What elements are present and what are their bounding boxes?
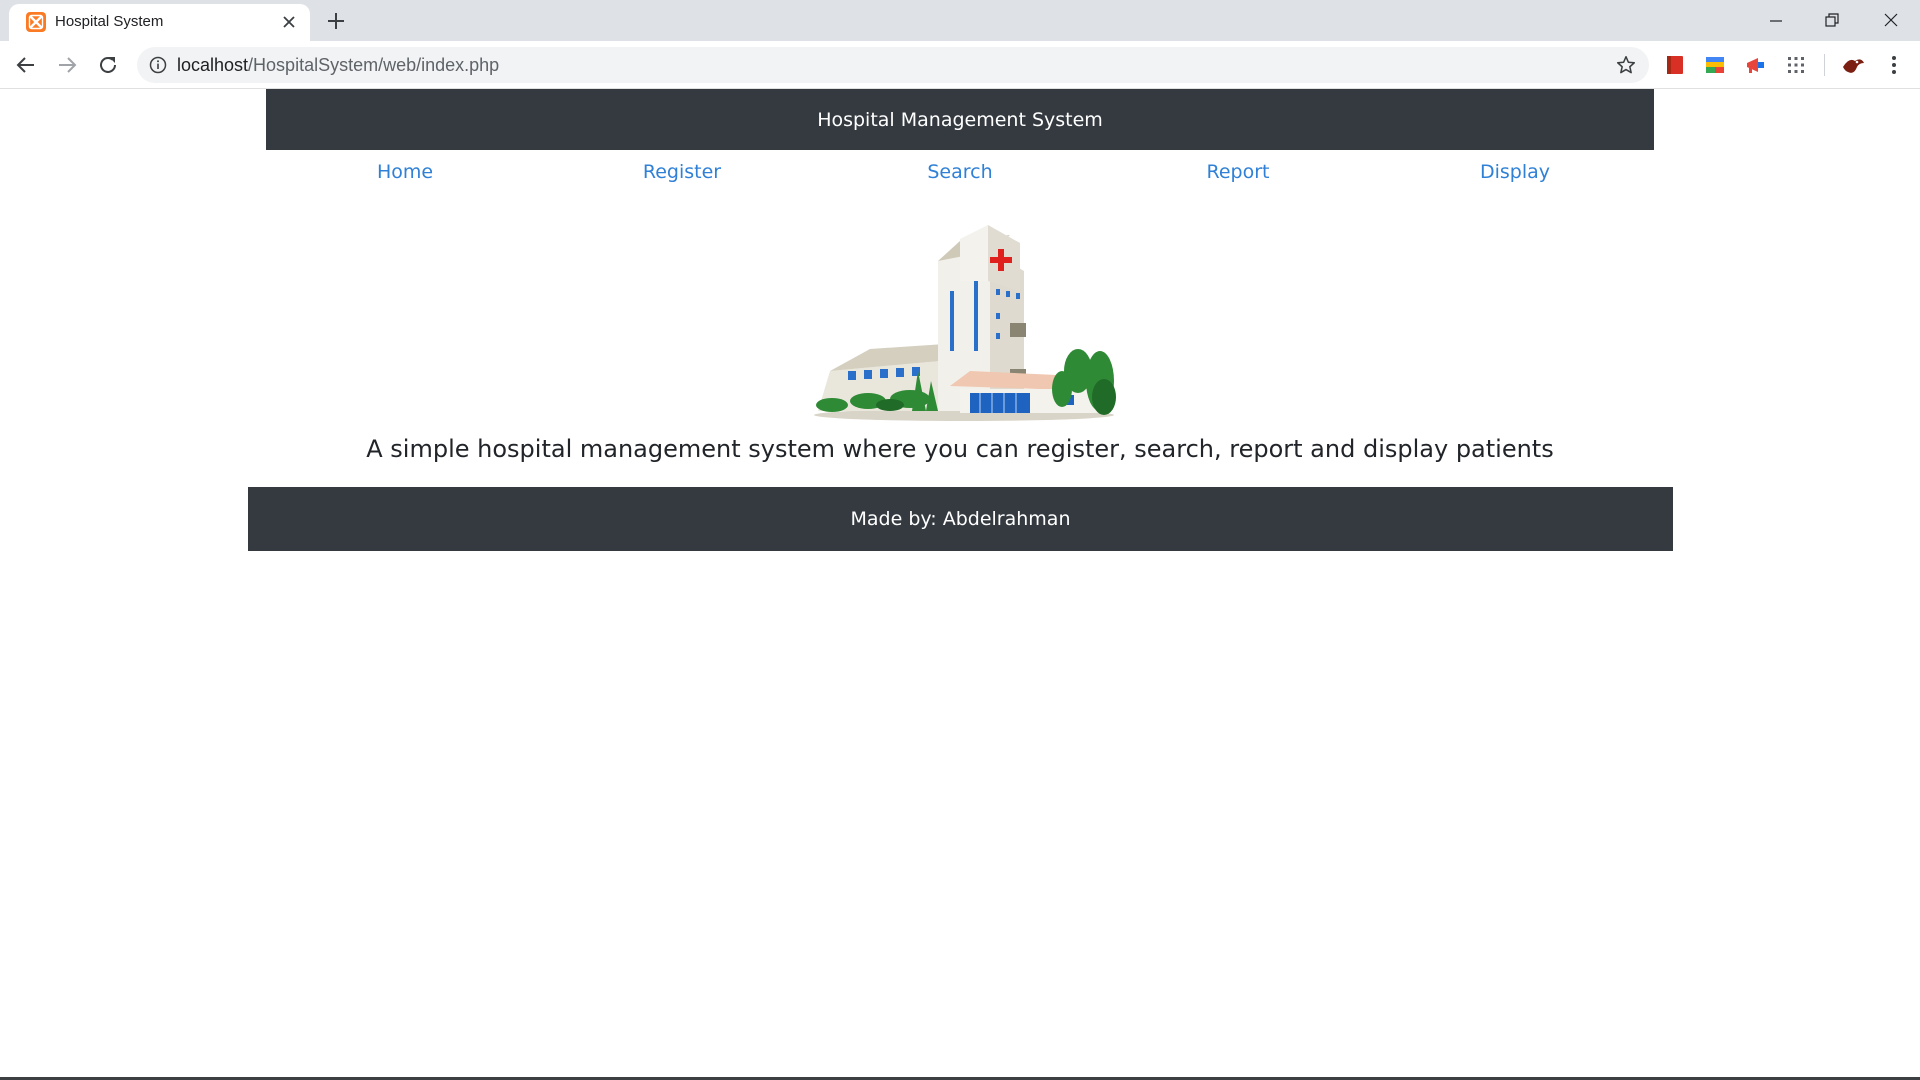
browser-toolbar: localhost/HospitalSystem/web/index.php bbox=[0, 41, 1920, 89]
toolbar-separator bbox=[1824, 54, 1825, 76]
main-nav: Home Register Search Report Display bbox=[266, 161, 1654, 195]
arrow-right-icon[interactable] bbox=[55, 53, 79, 77]
page-title: Hospital Management System bbox=[817, 108, 1103, 131]
kebab-menu-icon[interactable] bbox=[1882, 53, 1906, 77]
restore-button[interactable] bbox=[1808, 4, 1856, 36]
nav-link-report[interactable]: Report bbox=[1099, 161, 1377, 183]
nav-link-home[interactable]: Home bbox=[266, 161, 544, 183]
url-host: localhost bbox=[177, 55, 249, 75]
nav-link-display[interactable]: Display bbox=[1376, 161, 1654, 183]
browser-tab-strip: Hospital System bbox=[0, 0, 1920, 41]
page-tagline: A simple hospital management system wher… bbox=[366, 435, 1554, 463]
minimize-button[interactable] bbox=[1752, 4, 1800, 36]
new-tab-icon[interactable] bbox=[324, 9, 348, 33]
page-footer: Made by: Abdelrahman bbox=[248, 487, 1673, 551]
url-path: /HospitalSystem/web/index.php bbox=[248, 55, 500, 75]
megaphone-extension-icon[interactable] bbox=[1744, 53, 1768, 77]
nav-link-search[interactable]: Search bbox=[821, 161, 1099, 183]
page-viewport: Hospital Management System Home Register… bbox=[0, 89, 1920, 1080]
close-icon[interactable] bbox=[280, 13, 298, 31]
grid-extension-icon[interactable] bbox=[1784, 53, 1808, 77]
xampp-icon bbox=[26, 12, 46, 32]
restore-icon bbox=[1825, 13, 1839, 27]
hospital-building-image bbox=[814, 225, 1116, 421]
minimize-icon bbox=[1770, 20, 1782, 22]
palette-extension-icon[interactable] bbox=[1703, 53, 1727, 77]
tab-title: Hospital System bbox=[55, 13, 164, 30]
url-text: localhost/HospitalSystem/web/index.php bbox=[177, 55, 499, 76]
footer-credit: Made by: Abdelrahman bbox=[850, 508, 1071, 530]
avatar[interactable] bbox=[1839, 51, 1867, 79]
reload-icon[interactable] bbox=[96, 53, 120, 77]
arrow-left-icon[interactable] bbox=[14, 53, 38, 77]
page-header: Hospital Management System bbox=[266, 89, 1654, 150]
info-icon[interactable] bbox=[149, 56, 167, 74]
nav-link-register[interactable]: Register bbox=[543, 161, 821, 183]
address-bar[interactable]: localhost/HospitalSystem/web/index.php bbox=[137, 47, 1649, 83]
browser-tab[interactable]: Hospital System bbox=[9, 4, 310, 41]
close-window-button[interactable] bbox=[1867, 4, 1915, 36]
bookmark-extension-icon[interactable] bbox=[1663, 53, 1687, 77]
star-icon[interactable] bbox=[1615, 54, 1637, 76]
close-window-icon bbox=[1884, 13, 1898, 27]
